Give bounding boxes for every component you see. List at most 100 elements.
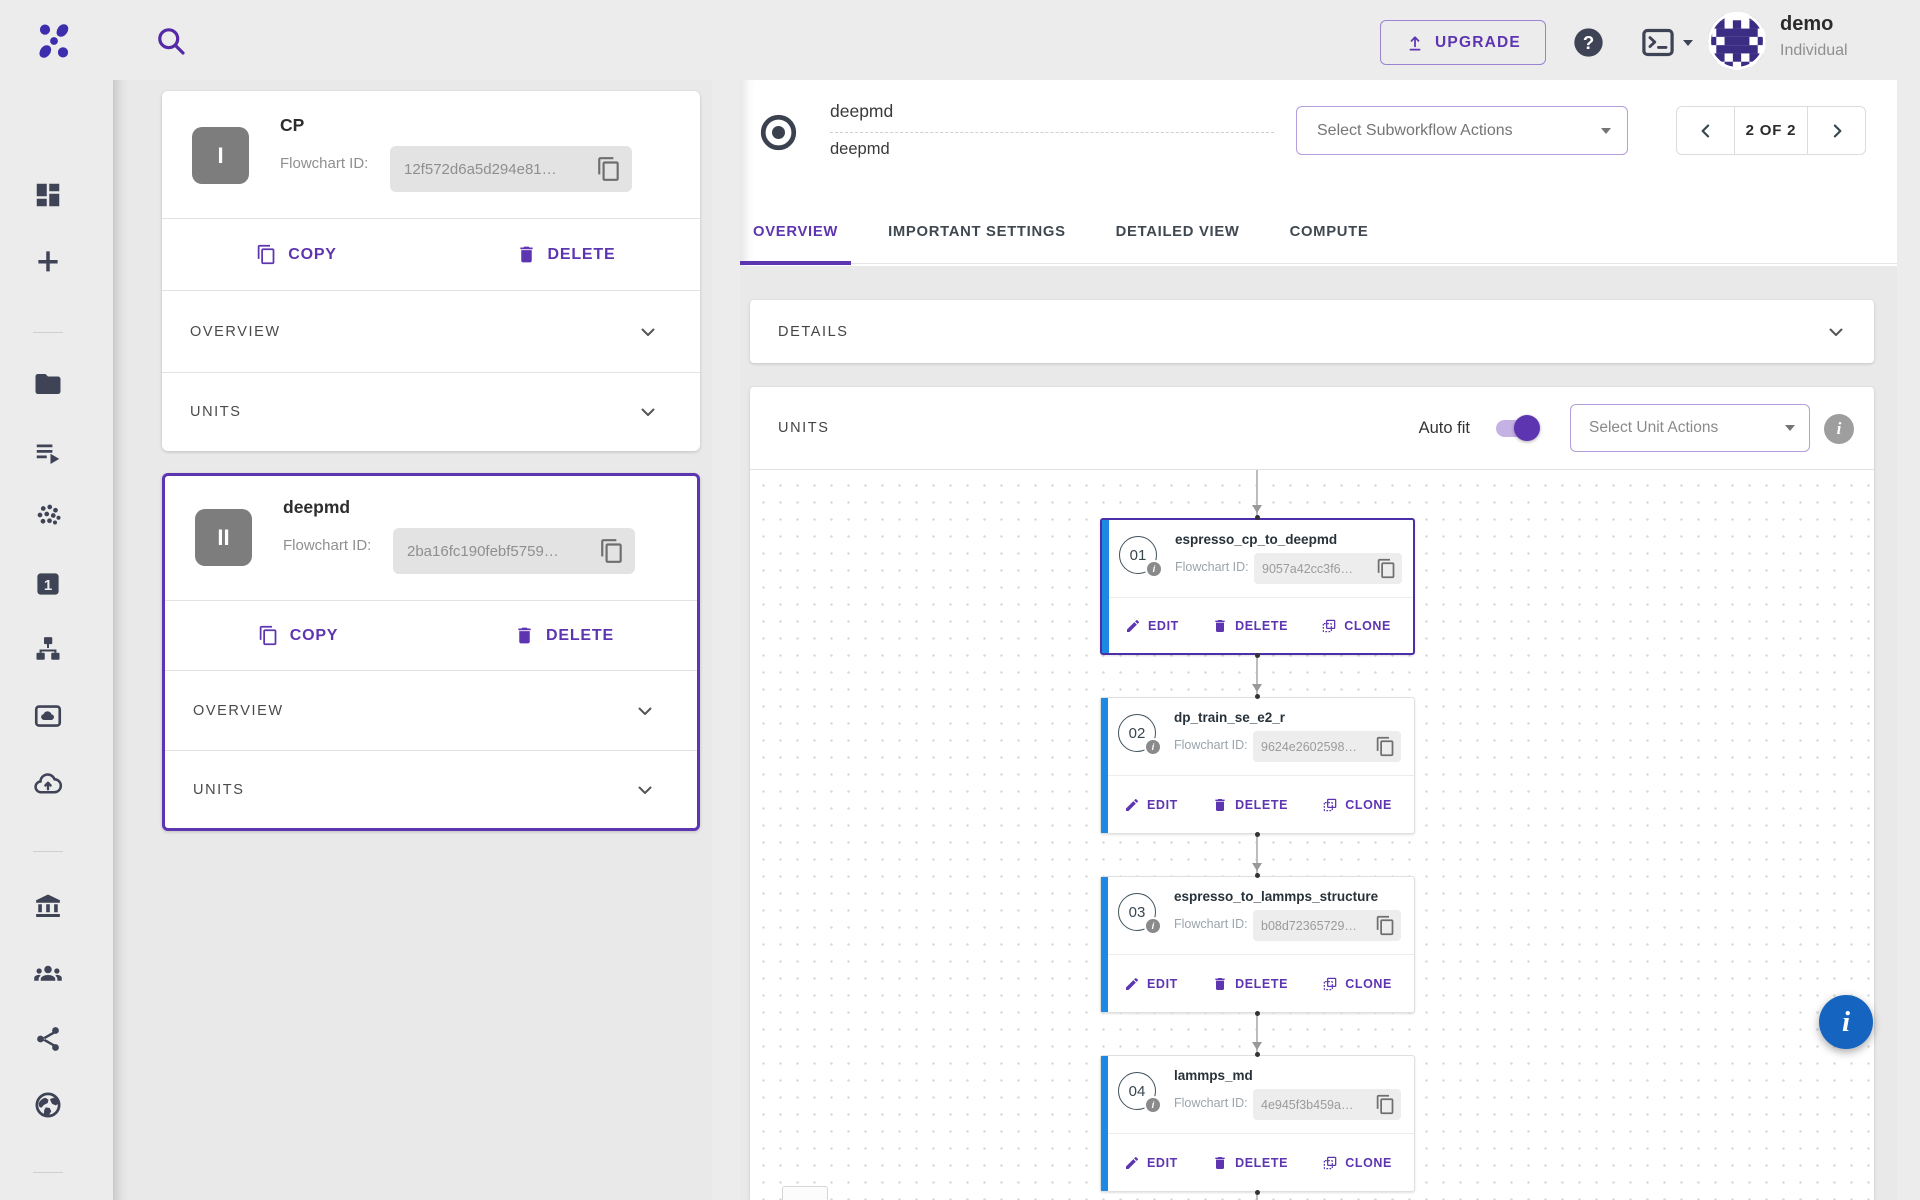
share-icon[interactable] — [33, 1024, 63, 1054]
workflow-tabs: OVERVIEW IMPORTANT SETTINGS DETAILED VIE… — [740, 200, 1897, 264]
unit-title: espresso_to_lammps_structure — [1174, 889, 1406, 904]
flowchart-id-value: 2ba16fc190febf5759… — [407, 543, 599, 560]
unit-actions-dropdown[interactable]: Select Unit Actions — [1570, 404, 1810, 452]
chevron-down-icon — [1785, 425, 1795, 431]
overview-accordion[interactable]: OVERVIEW — [162, 291, 700, 372]
unit-delete-button[interactable]: DELETE — [1212, 1155, 1288, 1171]
workflow-title-underline — [830, 132, 1274, 133]
avatar-identicon — [1708, 12, 1766, 70]
autofit-toggle[interactable] — [1496, 420, 1538, 437]
unit-clone-button[interactable]: CLONE — [1322, 1155, 1392, 1171]
subworkflow-title: CP — [280, 115, 304, 136]
overview-accordion[interactable]: OVERVIEW — [165, 671, 697, 750]
pencil-icon — [1125, 618, 1141, 634]
unit-delete-button[interactable]: DELETE — [1212, 976, 1288, 992]
unit-clone-button[interactable]: CLONE — [1321, 618, 1391, 634]
copy-icon[interactable] — [1375, 736, 1396, 757]
user-name[interactable]: demo — [1780, 13, 1833, 36]
delete-subworkflow-button[interactable]: DELETE — [516, 244, 616, 265]
workflow-subtitle[interactable]: deepmd — [830, 140, 890, 159]
flowchart-id-chip[interactable]: 12f572d6a5d294e81… — [390, 146, 632, 192]
help-icon[interactable]: ? — [1572, 26, 1605, 59]
unit-flowchart-id-chip[interactable]: 9624e2602598… — [1253, 731, 1401, 762]
flowchart-id-chip[interactable]: 2ba16fc190febf5759… — [393, 528, 635, 574]
unit-one-icon[interactable]: 1 — [33, 569, 63, 599]
unit-flowchart-id-chip[interactable]: 4e945f3b459a… — [1253, 1089, 1401, 1120]
copy-icon[interactable] — [1375, 1094, 1396, 1115]
unit-actions-row: EDIT DELETE CLONE — [1109, 598, 1413, 653]
unit-card[interactable]: 01 i espresso_cp_to_deepmd Flowchart ID:… — [1100, 518, 1415, 655]
tab-detailed-view[interactable]: DETAILED VIEW — [1103, 200, 1253, 263]
trash-icon — [516, 244, 537, 265]
unit-card[interactable]: 04 i lammps_md Flowchart ID: 4e945f3b459… — [1100, 1055, 1415, 1192]
copy-icon[interactable] — [1375, 915, 1396, 936]
trash-icon — [1212, 976, 1228, 992]
unit-flowchart-id-chip[interactable]: 9057a42cc3f6… — [1254, 553, 1402, 584]
tab-important-settings[interactable]: IMPORTANT SETTINGS — [875, 200, 1079, 263]
pager-prev-button[interactable] — [1677, 107, 1734, 154]
unit-card[interactable]: 03 i espresso_to_lammps_structure Flowch… — [1100, 876, 1415, 1013]
unit-clone-button[interactable]: CLONE — [1322, 797, 1392, 813]
details-accordion[interactable]: DETAILS — [750, 300, 1874, 363]
subworkflow-card-deepmd[interactable]: II deepmd Flowchart ID: 2ba16fc190febf57… — [162, 473, 700, 831]
tab-compute[interactable]: COMPUTE — [1277, 200, 1382, 263]
subworkflow-card-header: I CP Flowchart ID: 12f572d6a5d294e81… — [162, 91, 700, 219]
unit-edit-button[interactable]: EDIT — [1124, 976, 1178, 992]
copy-icon — [258, 625, 279, 646]
unit-flowchart-id-value: b08d72365729… — [1261, 919, 1375, 933]
chevron-left-icon — [1696, 121, 1716, 141]
unit-clone-button[interactable]: CLONE — [1322, 976, 1392, 992]
search-icon[interactable] — [155, 25, 187, 57]
cloud-upload-icon[interactable] — [33, 769, 63, 799]
copy-icon[interactable] — [1376, 558, 1397, 579]
sidebar-divider — [33, 332, 63, 333]
copy-subworkflow-button[interactable]: COPY — [258, 625, 339, 646]
unit-flowchart-id-chip[interactable]: b08d72365729… — [1253, 910, 1401, 941]
team-people-icon[interactable] — [33, 958, 63, 988]
workflow-radio-icon[interactable] — [759, 113, 798, 152]
jobs-playlist-icon[interactable] — [33, 437, 63, 467]
units-accordion[interactable]: UNITS — [162, 372, 700, 451]
folder-icon[interactable] — [33, 369, 63, 399]
create-new-icon[interactable] — [33, 246, 63, 276]
unit-card[interactable]: 02 i dp_train_se_e2_r Flowchart ID: 9624… — [1100, 697, 1415, 834]
subworkflow-actions-dropdown[interactable]: Select Subworkflow Actions — [1296, 106, 1628, 155]
console-menu-button[interactable] — [1640, 26, 1698, 59]
units-accordion[interactable]: UNITS — [165, 750, 697, 828]
copy-subworkflow-button[interactable]: COPY — [256, 244, 337, 265]
unit-edit-button[interactable]: EDIT — [1124, 1155, 1178, 1171]
flowchart-connector — [1256, 470, 1258, 518]
materials-atoms-icon[interactable] — [33, 501, 63, 531]
subworkflow-card-header: II deepmd Flowchart ID: 2ba16fc190febf57… — [165, 476, 697, 601]
upgrade-button[interactable]: UPGRADE — [1380, 20, 1546, 65]
organization-bank-icon[interactable] — [33, 891, 63, 921]
media-bank-icon[interactable] — [33, 701, 63, 731]
sidebar-divider — [33, 1172, 63, 1173]
workflows-tree-icon[interactable] — [33, 634, 63, 664]
toggle-knob — [1514, 415, 1540, 441]
copy-icon[interactable] — [596, 156, 622, 182]
explore-globe-icon[interactable] — [33, 1090, 63, 1120]
app-logo-icon[interactable] — [33, 20, 75, 62]
unit-delete-button[interactable]: DELETE — [1212, 618, 1288, 634]
app-root: UPGRADE ? — [0, 0, 1920, 1200]
zoom-in-button[interactable]: + — [782, 1186, 828, 1200]
unit-actions-row: EDIT DELETE CLONE — [1108, 776, 1414, 833]
tab-overview[interactable]: OVERVIEW — [740, 200, 851, 263]
user-avatar[interactable] — [1708, 12, 1766, 70]
subworkflow-card-cp[interactable]: I CP Flowchart ID: 12f572d6a5d294e81… CO… — [162, 91, 700, 451]
unit-number-badge: 02 i — [1118, 714, 1156, 752]
sidebar-divider — [33, 851, 63, 852]
pencil-icon — [1124, 1155, 1140, 1171]
copy-icon[interactable] — [599, 538, 625, 564]
delete-subworkflow-button[interactable]: DELETE — [514, 625, 614, 646]
clone-icon — [1322, 1155, 1338, 1171]
unit-edit-button[interactable]: EDIT — [1125, 618, 1179, 634]
dashboard-icon[interactable] — [33, 180, 63, 210]
unit-delete-button[interactable]: DELETE — [1212, 797, 1288, 813]
pager-next-button[interactable] — [1808, 107, 1865, 154]
units-info-icon[interactable]: i — [1824, 414, 1854, 444]
units-panel-header: UNITS Auto fit Select Unit Actions i — [750, 387, 1874, 470]
info-floating-button[interactable]: i — [1819, 995, 1873, 1049]
unit-edit-button[interactable]: EDIT — [1124, 797, 1178, 813]
